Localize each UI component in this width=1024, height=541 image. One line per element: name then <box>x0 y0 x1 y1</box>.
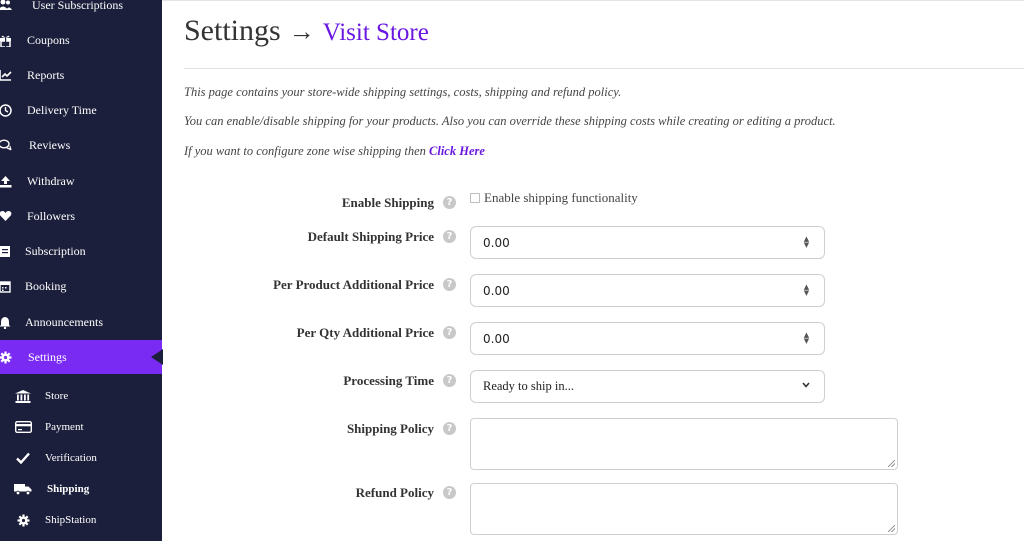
sidebar-item-subscription[interactable]: Subscription <box>0 234 162 268</box>
sidebar-item-user-subscriptions[interactable]: User Subscriptions <box>0 0 162 22</box>
sidebar-sub-item-verification[interactable]: Verification <box>0 444 162 472</box>
sidebar-item-reports[interactable]: Reports <box>0 58 162 92</box>
visit-store-link[interactable]: Visit Store <box>323 19 429 47</box>
arrow-icon: → <box>288 17 315 46</box>
sidebar-item-label: Reviews <box>29 137 71 152</box>
gear-icon <box>0 350 12 364</box>
sidebar-item-label: Settings <box>28 349 67 364</box>
page-title: Settings → Visit Store <box>184 14 429 48</box>
description-line-1: This page contains your store-wide shipp… <box>184 85 622 99</box>
page-title-text: Settings <box>184 14 281 47</box>
default-shipping-price-label: Default Shipping Price <box>307 229 434 244</box>
enable-shipping-checkbox[interactable] <box>470 193 480 203</box>
sidebar-sub-item-store[interactable]: Store <box>0 382 162 410</box>
book-icon <box>0 244 12 258</box>
default-shipping-price-input[interactable]: 0.00 ▲ ▼ <box>470 226 825 259</box>
help-icon[interactable]: ? <box>443 278 456 291</box>
refund-policy-label: Refund Policy <box>355 485 434 500</box>
calendar-icon <box>0 279 12 293</box>
stepper-icon[interactable]: ▲ ▼ <box>802 332 811 346</box>
help-icon[interactable]: ? <box>443 486 456 499</box>
help-icon[interactable]: ? <box>443 374 456 387</box>
sidebar-item-followers[interactable]: Followers <box>0 199 162 233</box>
sidebar-item-label: Reports <box>27 67 65 82</box>
stepper-icon[interactable]: ▲ ▼ <box>802 236 811 250</box>
gift-icon <box>0 33 12 47</box>
help-icon[interactable]: ? <box>443 326 456 339</box>
chart-icon <box>0 68 12 82</box>
sidebar-item-reviews[interactable]: Reviews <box>0 128 162 162</box>
top-divider <box>162 0 1024 1</box>
per-product-additional-price-value: 0.00 <box>483 283 510 298</box>
sidebar-sub-item-shipping[interactable]: Shipping <box>0 475 162 503</box>
processing-time-selected-value: Ready to ship in... <box>483 379 574 393</box>
stepper-icon[interactable]: ▲ ▼ <box>802 284 811 298</box>
sidebar-sub-item-shipstation[interactable]: ShipStation <box>0 506 162 534</box>
sidebar-sub-item-label: Store <box>45 390 69 402</box>
sidebar-item-label: Followers <box>27 208 75 223</box>
shipping-policy-textarea[interactable] <box>470 418 898 470</box>
bank-icon <box>14 389 32 403</box>
default-shipping-price-value: 0.00 <box>483 235 510 250</box>
sidebar-sub-item-label: ShipStation <box>45 514 97 526</box>
per-qty-additional-price-input[interactable]: 0.00 ▲ ▼ <box>470 322 825 355</box>
clock-icon <box>0 103 12 117</box>
sidebar-item-label: Coupons <box>27 32 70 47</box>
resize-handle-icon[interactable] <box>888 525 895 532</box>
help-icon[interactable]: ? <box>443 196 456 209</box>
enable-shipping-label: Enable Shipping <box>341 195 434 210</box>
enable-shipping-checkbox-label[interactable]: Enable shipping functionality <box>484 190 638 206</box>
shipping-policy-label: Shipping Policy <box>346 421 434 436</box>
sidebar-sub-item-label: Shipping <box>47 483 90 495</box>
description-line-3-text: If you want to configure zone wise shipp… <box>184 144 426 158</box>
enable-shipping-checkbox-group: Enable shipping functionality <box>470 190 638 206</box>
sidebar-item-announcements[interactable]: Announcements <box>0 305 162 339</box>
sidebar-item-label: Withdraw <box>27 173 75 188</box>
sidebar-item-label: User Subscriptions <box>32 0 123 12</box>
refund-policy-textarea[interactable] <box>470 483 898 535</box>
sidebar-sub-item-label: Payment <box>45 421 84 433</box>
sidebar-item-settings[interactable]: Settings <box>0 340 163 374</box>
check-icon <box>14 451 32 465</box>
heart-icon <box>0 209 12 223</box>
sidebar-item-label: Delivery Time <box>27 102 97 117</box>
sidebar: User Subscriptions Coupons Reports Deliv… <box>0 0 163 541</box>
sidebar-item-booking[interactable]: Booking <box>0 269 162 303</box>
description-line-2: You can enable/disable shipping for your… <box>184 114 836 128</box>
per-product-additional-price-label: Per Product Additional Price <box>273 277 434 292</box>
help-icon[interactable]: ? <box>443 230 456 243</box>
chevron-down-icon <box>802 380 810 391</box>
resize-handle-icon[interactable] <box>888 460 895 467</box>
sidebar-sub-item-payment[interactable]: Payment <box>0 413 162 441</box>
comments-icon <box>0 138 12 152</box>
sidebar-item-coupons[interactable]: Coupons <box>0 23 162 57</box>
per-qty-additional-price-label: Per Qty Additional Price <box>296 325 434 340</box>
per-product-additional-price-input[interactable]: 0.00 ▲ ▼ <box>470 274 825 307</box>
upload-icon <box>0 174 12 188</box>
gear-icon <box>14 513 32 527</box>
title-divider <box>184 68 1024 69</box>
bell-icon <box>0 315 12 329</box>
per-qty-additional-price-value: 0.00 <box>483 331 510 346</box>
sidebar-item-label: Booking <box>25 278 67 293</box>
processing-time-select[interactable]: Ready to ship in... <box>470 370 825 403</box>
sidebar-item-label: Subscription <box>25 243 86 258</box>
help-icon[interactable]: ? <box>443 422 456 435</box>
click-here-link[interactable]: Click Here <box>429 144 485 158</box>
sidebar-item-delivery-time[interactable]: Delivery Time <box>0 93 162 127</box>
description-line-3: If you want to configure zone wise shipp… <box>184 144 485 159</box>
sidebar-item-label: Announcements <box>25 314 103 329</box>
truck-icon <box>14 482 32 496</box>
sidebar-sub-item-label: Verification <box>45 452 97 464</box>
users-icon <box>0 0 12 12</box>
credit-card-icon <box>14 420 32 434</box>
processing-time-label: Processing Time <box>343 373 434 388</box>
sidebar-item-withdraw[interactable]: Withdraw <box>0 164 162 198</box>
